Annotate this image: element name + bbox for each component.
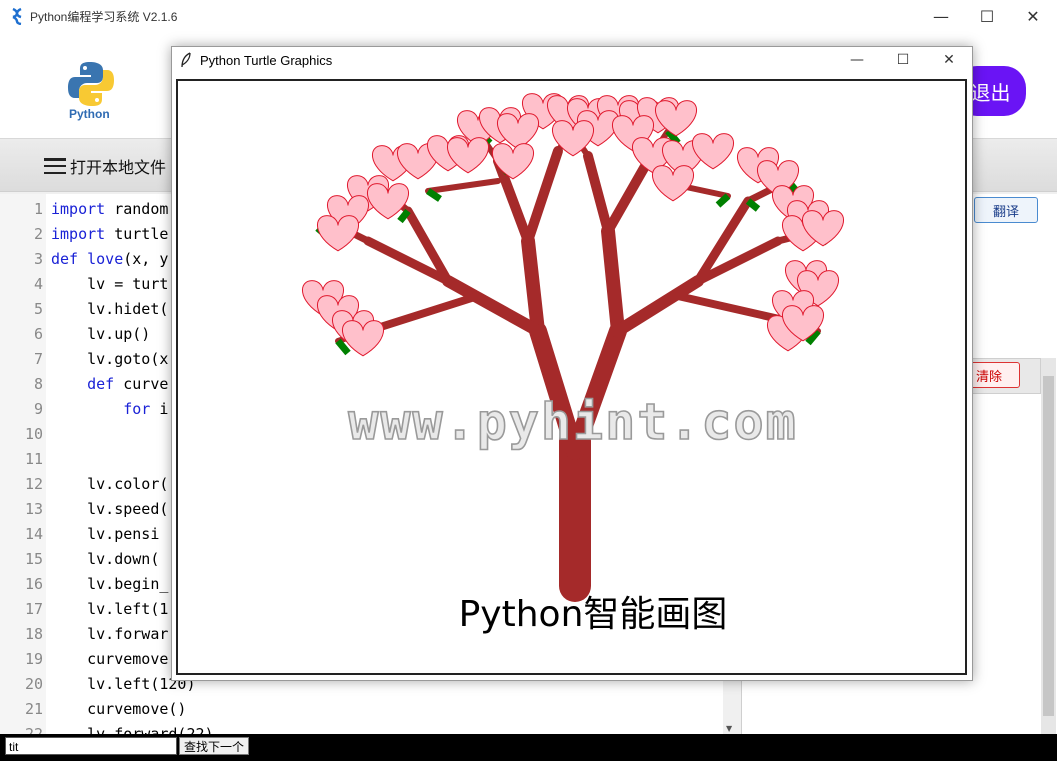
tree-leaf	[397, 208, 411, 224]
open-local-file-button[interactable]: 打开本地文件	[44, 154, 166, 178]
tree-branch	[603, 156, 653, 236]
menu-icon	[44, 158, 66, 174]
line-number: 21	[24, 700, 43, 718]
heart-tree-drawing: www.pyhint.com Python智能画图	[302, 93, 844, 635]
line-number: 2	[33, 225, 43, 243]
watermark-text: www.pyhint.com	[348, 393, 797, 451]
python-logo-icon	[66, 60, 116, 108]
turtle-canvas: www.pyhint.com Python智能画图	[176, 79, 967, 675]
close-button[interactable]: ✕	[1010, 0, 1056, 32]
code-line: lv.left(1	[51, 600, 169, 618]
code-line: lv.speed(	[51, 500, 169, 518]
tree-branch	[425, 178, 501, 194]
logo-text: Python	[69, 107, 110, 121]
app-icon	[10, 7, 24, 26]
line-number: 4	[33, 275, 43, 293]
line-number: 15	[24, 550, 43, 568]
code-line: lv.forward(22)	[51, 725, 214, 734]
line-number: 6	[33, 325, 43, 343]
feather-icon	[180, 52, 192, 68]
tree-branch	[521, 234, 545, 338]
tree-leaf	[715, 193, 731, 208]
tree-branch	[442, 275, 544, 337]
turtle-minimize-button[interactable]: —	[834, 46, 880, 74]
output-scrollbar-thumb[interactable]	[1043, 376, 1054, 716]
code-line: lv.goto(x	[51, 350, 169, 368]
line-number: 10	[24, 425, 43, 443]
line-number: 5	[33, 300, 43, 318]
line-number: 20	[24, 675, 43, 693]
code-line: def curve	[87, 375, 169, 393]
scroll-down-arrow-icon[interactable]: ▼	[726, 724, 732, 733]
line-number: 19	[24, 650, 43, 668]
code-line: lv = turt	[51, 275, 169, 293]
tree-leaf	[335, 338, 351, 356]
code-line: lv.hidet(	[51, 300, 169, 318]
heart-leaf	[652, 165, 694, 202]
line-number: 16	[24, 575, 43, 593]
find-next-button[interactable]: 查找下一个	[179, 737, 249, 755]
tree-branch	[583, 151, 613, 236]
tree-branch	[612, 275, 704, 337]
line-number: 8	[33, 375, 43, 393]
maximize-button[interactable]: ☐	[964, 0, 1010, 32]
code-line: curvemove()	[51, 700, 187, 718]
line-number: 22	[24, 725, 43, 734]
line-number: 18	[24, 625, 43, 643]
code-line: def love(x, y	[51, 250, 169, 268]
line-number: 12	[24, 475, 43, 493]
code-line: lv.pensi	[51, 525, 160, 543]
code-line: import random	[51, 200, 169, 218]
code-line: for i	[123, 400, 169, 418]
line-number: 13	[24, 500, 43, 518]
canvas-caption: Python智能画图	[459, 594, 728, 635]
translate-button[interactable]: 翻译	[974, 197, 1038, 223]
code-line: lv.color(	[51, 475, 169, 493]
line-number: 1	[33, 200, 43, 218]
tree-branch	[601, 224, 625, 338]
line-number: 17	[24, 600, 43, 618]
tree-leaf	[745, 198, 761, 212]
tree-branch	[364, 292, 482, 335]
minimize-button[interactable]: —	[918, 0, 964, 32]
line-number: 9	[33, 400, 43, 418]
code-line: lv.down(	[51, 550, 160, 568]
code-line: lv.forwar	[51, 625, 169, 643]
code-line: lv.up()	[51, 325, 151, 343]
code-line: import turtle	[51, 225, 169, 243]
open-local-file-label: 打开本地文件	[70, 158, 167, 177]
code-line: lv.begin_	[51, 575, 169, 593]
line-number: 11	[24, 450, 43, 468]
line-number: 7	[33, 350, 43, 368]
line-number: 14	[24, 525, 43, 543]
turtle-maximize-button[interactable]: ☐	[880, 46, 926, 74]
turtle-close-button[interactable]: ✕	[926, 46, 972, 74]
tree-branch	[523, 146, 563, 246]
find-input[interactable]: tit	[5, 737, 177, 755]
line-number: 3	[33, 250, 43, 268]
turtle-window-title: Python Turtle Graphics	[200, 53, 333, 68]
code-line: curvemove	[51, 650, 169, 668]
app-title: Python编程学习系统 V2.1.6	[30, 10, 178, 24]
